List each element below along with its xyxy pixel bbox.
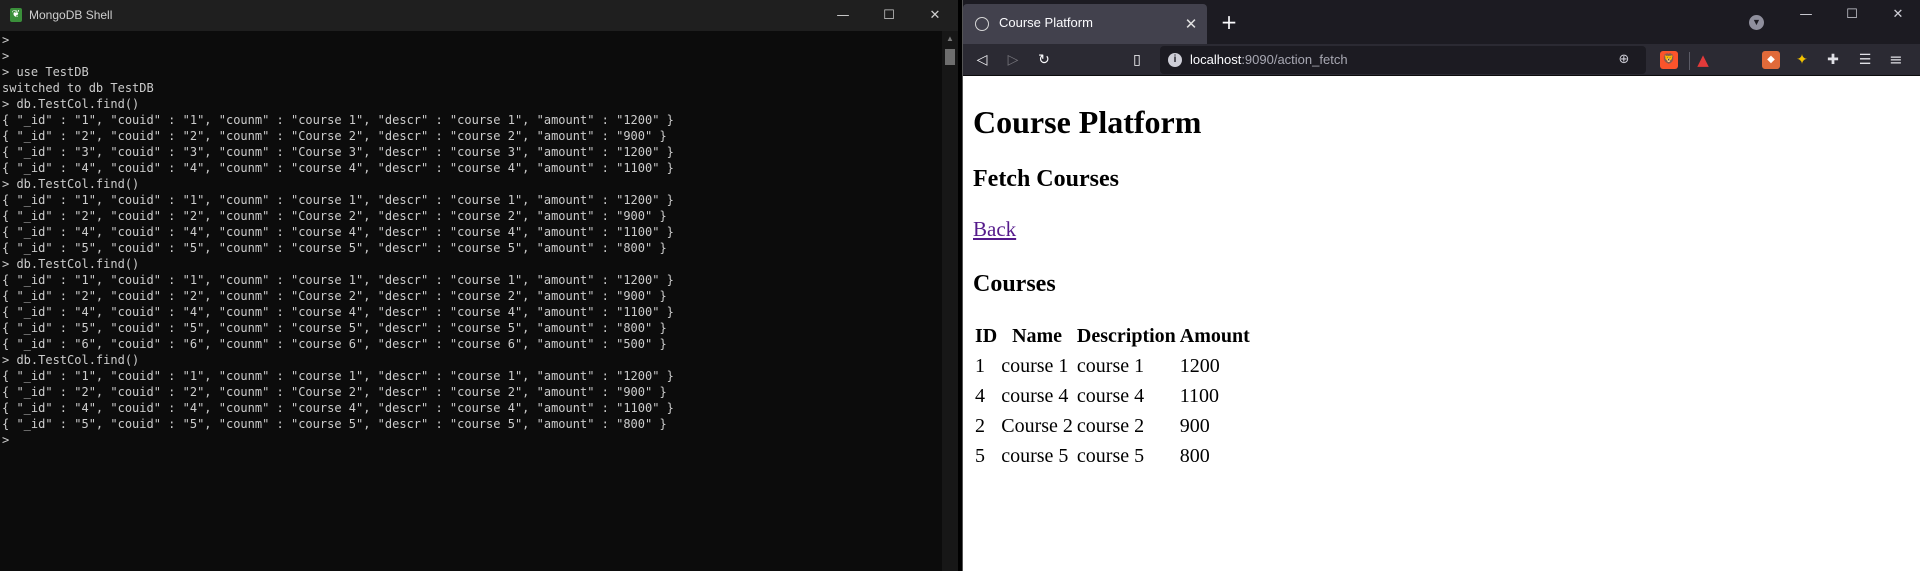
terminal-scrollbar-thumb[interactable] [945, 49, 955, 65]
back-arrow-icon[interactable]: ◁ [971, 49, 993, 71]
brave-lion-icon[interactable]: 🦁 [1660, 51, 1678, 69]
table-cell: course 1 [1076, 355, 1145, 377]
table-cell: 900 [1179, 415, 1210, 437]
list-all-tabs-icon[interactable]: ▼ [1749, 15, 1764, 30]
terminal-line: > use TestDB [2, 65, 89, 79]
media-queue-icon[interactable]: ☰ [1856, 51, 1874, 69]
table-cell: course 4 [1001, 385, 1069, 407]
terminal-line: { "_id" : "6", "couid" : "6", "counm" : … [2, 337, 667, 351]
terminal-line: { "_id" : "4", "couid" : "4", "counm" : … [2, 161, 674, 175]
url-bar[interactable]: i localhost:9090/action_fetch ⊕ [1160, 46, 1646, 74]
zoom-icon[interactable]: ⊕ [1615, 51, 1633, 69]
terminal-output[interactable]: > > > use TestDB switched to db TestDB > db.… [0, 31, 942, 571]
courses-heading: Courses [973, 271, 1056, 297]
tab-strip: Course Platform ✕ + ▼ — ☐ ✕ [963, 0, 1920, 44]
terminal-line: { "_id" : "3", "couid" : "3", "counm" : … [2, 145, 674, 159]
app-menu-icon[interactable]: ≡ [1887, 51, 1905, 69]
extension-key-icon[interactable]: ✦ [1793, 51, 1811, 69]
terminal-line: { "_id" : "5", "couid" : "5", "counm" : … [2, 241, 667, 255]
back-link[interactable]: Back [973, 217, 1016, 241]
table-cell: course 5 [1001, 445, 1069, 467]
terminal-maximize-button[interactable]: ☐ [866, 0, 912, 31]
terminal-line: { "_id" : "1", "couid" : "1", "counm" : … [2, 193, 674, 207]
terminal-scrollbar[interactable]: ▲ [942, 31, 958, 571]
terminal-titlebar[interactable]: ❦ MongoDB Shell — ☐ ✕ [0, 0, 958, 31]
terminal-line: switched to db TestDB [2, 81, 154, 95]
table-row: 5 course 5 course 5 800 [974, 442, 1251, 470]
new-tab-button[interactable]: + [1217, 10, 1241, 34]
site-info-icon[interactable]: i [1168, 53, 1182, 67]
navigation-toolbar: ◁ ▷ ↻ ▯ i localhost:9090/action_fetch ⊕ … [963, 44, 1920, 76]
browser-maximize-button[interactable]: ☐ [1829, 0, 1875, 30]
toolbar-separator [1689, 52, 1690, 70]
table-cell: course 4 [1076, 385, 1145, 407]
table-cell: Course 2 [1001, 415, 1073, 437]
table-cell: 2 [975, 415, 985, 437]
terminal-line: { "_id" : "2", "couid" : "2", "counm" : … [2, 289, 667, 303]
brave-rewards-triangle-icon[interactable]: ▲ [1694, 51, 1712, 69]
page-title: Course Platform [973, 104, 1202, 140]
tab-course-platform[interactable]: Course Platform ✕ [963, 4, 1207, 44]
mongodb-leaf-icon: ❦ [10, 8, 22, 22]
terminal-line: { "_id" : "4", "couid" : "4", "counm" : … [2, 401, 674, 415]
extension-fox-icon[interactable]: ◆ [1762, 51, 1780, 69]
terminal-line: { "_id" : "1", "couid" : "1", "counm" : … [2, 369, 674, 383]
table-cell: 1200 [1179, 355, 1220, 377]
terminal-line: { "_id" : "4", "couid" : "4", "counm" : … [2, 225, 674, 239]
terminal-line: > db.TestCol.find() [2, 257, 140, 271]
scroll-up-arrow-icon[interactable]: ▲ [942, 33, 958, 45]
table-cell: 4 [975, 385, 985, 407]
tab-close-icon[interactable]: ✕ [1181, 14, 1201, 34]
table-header-row: ID Name Description Amount [974, 322, 1251, 350]
terminal-line: > db.TestCol.find() [2, 353, 140, 367]
table-row: 4 course 4 course 4 1100 [974, 382, 1251, 410]
browser-minimize-button[interactable]: — [1783, 0, 1829, 30]
terminal-line: > [2, 33, 10, 47]
terminal-line: { "_id" : "2", "couid" : "2", "counm" : … [2, 385, 667, 399]
page-content: Course Platform Fetch Courses Back Cours… [963, 77, 1920, 571]
table-cell: 1 [975, 355, 985, 377]
browser-window: Course Platform ✕ + ▼ — ☐ ✕ ◁ ▷ ↻ ▯ i lo… [962, 0, 1920, 571]
table-cell: course 2 [1076, 415, 1145, 437]
terminal-minimize-button[interactable]: — [820, 0, 866, 31]
column-header: Amount [1179, 325, 1250, 347]
terminal-line: > db.TestCol.find() [2, 177, 140, 191]
terminal-line: { "_id" : "1", "couid" : "1", "counm" : … [2, 113, 674, 127]
terminal-line: { "_id" : "2", "couid" : "2", "counm" : … [2, 209, 667, 223]
column-header: ID [975, 325, 998, 347]
tab-title: Course Platform [999, 15, 1093, 30]
page-subtitle: Fetch Courses [973, 166, 1119, 192]
table-cell: 1100 [1179, 385, 1220, 407]
browser-close-button[interactable]: ✕ [1875, 0, 1920, 30]
url-text: localhost:9090/action_fetch [1190, 52, 1348, 67]
table-cell: 800 [1179, 445, 1210, 467]
forward-arrow-icon[interactable]: ▷ [1002, 49, 1024, 71]
terminal-title: MongoDB Shell [29, 8, 113, 22]
terminal-line: { "_id" : "4", "couid" : "4", "counm" : … [2, 305, 674, 319]
table-cell: course 5 [1076, 445, 1145, 467]
column-header: Name [1012, 325, 1063, 347]
terminal-line: { "_id" : "5", "couid" : "5", "counm" : … [2, 321, 667, 335]
courses-table: ID Name Description Amount 1 course 1 co… [972, 320, 1253, 472]
terminal-line: { "_id" : "1", "couid" : "1", "counm" : … [2, 273, 674, 287]
globe-icon [975, 17, 989, 31]
terminal-close-button[interactable]: ✕ [912, 0, 958, 31]
terminal-line: { "_id" : "2", "couid" : "2", "counm" : … [2, 129, 667, 143]
terminal-line: { "_id" : "5", "couid" : "5", "counm" : … [2, 417, 667, 431]
bookmark-icon[interactable]: ▯ [1126, 49, 1148, 71]
mongodb-shell-window: ❦ MongoDB Shell — ☐ ✕ > > > use TestDB swit… [0, 0, 958, 571]
table-row: 2 Course 2 course 2 900 [974, 412, 1251, 440]
terminal-line: > [2, 433, 10, 447]
terminal-line: > db.TestCol.find() [2, 97, 140, 111]
table-cell: course 1 [1001, 355, 1069, 377]
terminal-line: > [2, 49, 10, 63]
table-row: 1 course 1 course 1 1200 [974, 352, 1251, 380]
extensions-puzzle-icon[interactable]: ✚ [1824, 51, 1842, 69]
reload-icon[interactable]: ↻ [1033, 49, 1055, 71]
table-cell: 5 [975, 445, 985, 467]
column-header: Description [1076, 325, 1176, 347]
